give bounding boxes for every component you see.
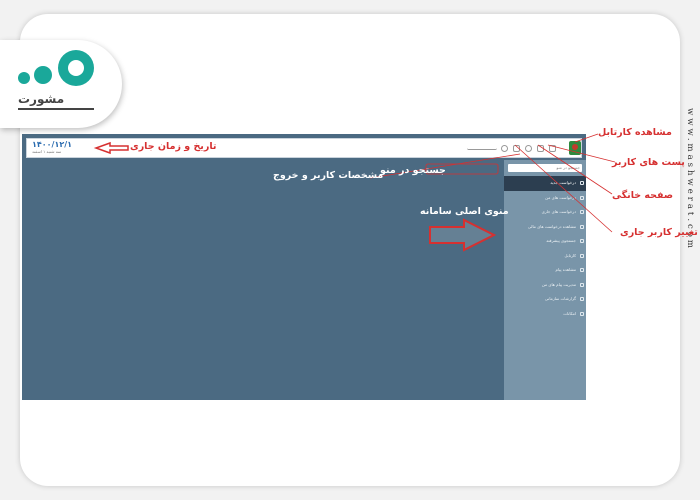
tools-icon [580, 311, 584, 316]
sidebar-item[interactable]: کارتابل [504, 249, 586, 264]
posts-icon[interactable] [537, 145, 544, 152]
sidebar-item-label: مدیریت پیام های من [541, 281, 576, 287]
annotation-cartable: مشاهده کارتابل [598, 127, 672, 138]
annotation-user-info: مشخصات کاربر و خروج [273, 170, 384, 181]
change-user-icon[interactable] [513, 145, 520, 152]
clock-icon [580, 210, 584, 214]
search-icon [580, 239, 584, 243]
money-icon [580, 224, 584, 229]
sidebar-item-label: جستجوی پیشرفته [546, 238, 576, 243]
site-watermark: www.mashwerat.com [685, 108, 695, 251]
logo-dot-small [18, 72, 30, 84]
mail-icon [580, 268, 584, 272]
annotation-home: صفحه خانگی [612, 190, 674, 201]
user-avatar[interactable] [569, 141, 581, 155]
sidebar-item[interactable]: درخواست جدید [504, 176, 586, 191]
sidebar-item-label: مشاهده پیام [555, 267, 576, 272]
sidebar-item-label: کارتابل [564, 252, 576, 258]
brand-logo[interactable] [0, 40, 122, 128]
home-icon[interactable] [525, 145, 532, 152]
sidebar-item-label: مشاهده درخواست های مالی [527, 223, 576, 229]
list-icon [580, 195, 584, 200]
top-bar: ۱۴۰۰/۱۲/۱ سه شنبه ۱ اسفند [26, 138, 582, 158]
exit-icon[interactable] [501, 145, 508, 152]
sidebar-item[interactable]: درخواست های من [504, 191, 586, 206]
sidebar-item-label: گزارشات سازمانی [544, 296, 576, 301]
sidebar-item[interactable]: امکانات [504, 307, 586, 322]
annotation-posts: پست های کاربر [612, 157, 685, 168]
annotation-search: جستجو در منو [380, 165, 446, 176]
sidebar-item-label: درخواست های من [545, 194, 576, 200]
menu-list: درخواست جدید درخواست های من درخواست های جا… [504, 176, 586, 321]
sidebar-item[interactable]: گزارشات سازمانی [504, 292, 586, 307]
user-menu-icon[interactable] [467, 146, 497, 150]
logo-underline [18, 108, 94, 110]
cartable-icon[interactable] [549, 145, 556, 152]
sidebar-menu: جستجو در منو درخواست جدید درخواست های من د… [504, 160, 586, 400]
sidebar-item[interactable]: درخواست های جاری [504, 205, 586, 220]
sidebar-item-label: درخواست جدید [550, 180, 576, 185]
annotation-change-user: تغییر کاربر جاری [620, 227, 698, 238]
report-icon [580, 297, 584, 301]
sidebar-item[interactable]: مدیریت پیام های من [504, 278, 586, 293]
current-date: ۱۴۰۰/۱۲/۱ [32, 140, 73, 149]
annotation-main-menu: منوی اصلی سامانه [420, 206, 509, 217]
sidebar-item-label: امکانات [563, 310, 576, 316]
logo-dot-inner [68, 60, 84, 76]
current-datetime: ۱۴۰۰/۱۲/۱ سه شنبه ۱ اسفند [32, 141, 72, 155]
sidebar-item[interactable]: مشاهده درخواست های مالی [504, 220, 586, 235]
sidebar-item[interactable]: جستجوی پیشرفته [504, 234, 586, 249]
sidebar-item[interactable]: مشاهده پیام [504, 263, 586, 278]
logo-dot-medium [34, 66, 52, 84]
inbox-icon [580, 253, 584, 258]
current-weekday: سه شنبه ۱ اسفند [32, 149, 62, 154]
sidebar-item-label: درخواست های جاری [541, 209, 576, 214]
logo-text: مشورت [18, 92, 65, 106]
annotation-datetime: تاریخ و زمان جاری [130, 141, 217, 152]
document-icon [580, 181, 584, 185]
message-icon [580, 282, 584, 287]
menu-search-input[interactable]: جستجو در منو [508, 164, 582, 172]
